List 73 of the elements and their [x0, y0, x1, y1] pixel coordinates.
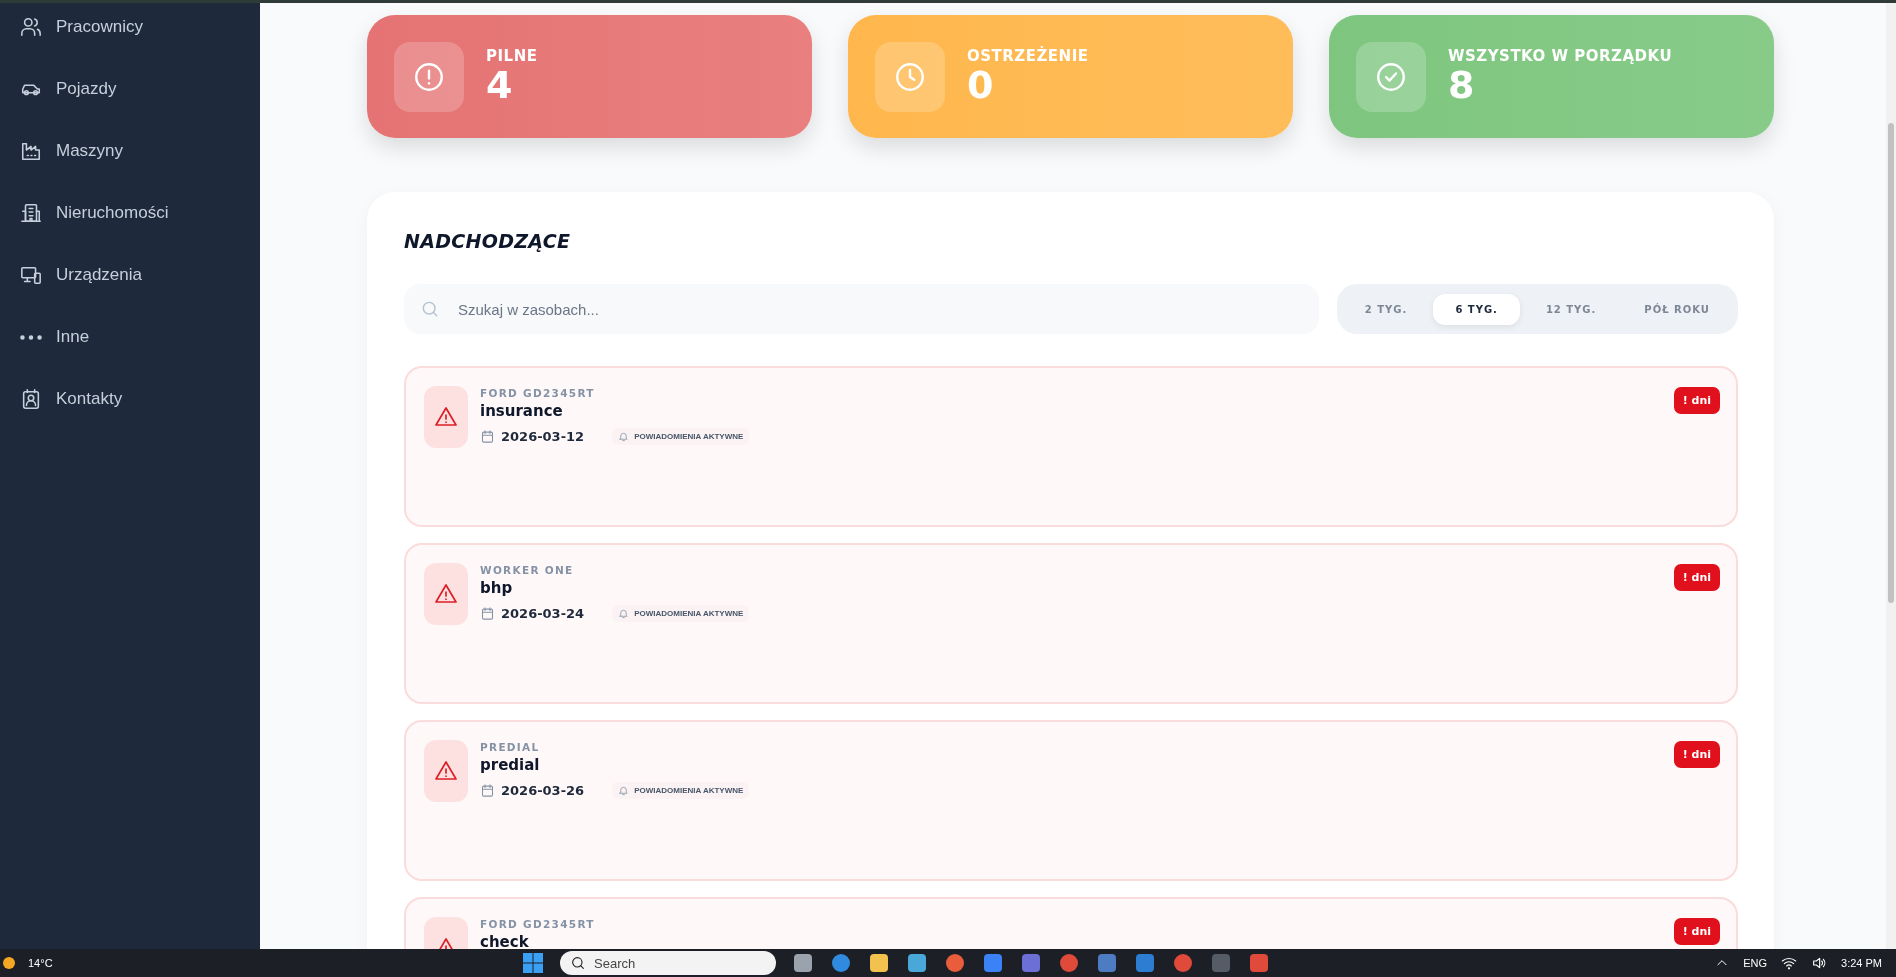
dots-icon: [20, 334, 42, 340]
sun-icon: [2, 956, 16, 970]
days-badge: ! dni: [1673, 918, 1720, 945]
calendar-icon: [480, 783, 495, 798]
reminder-card[interactable]: FORD GD2345RT check ! dni: [404, 897, 1738, 949]
sidebar-item[interactable]: Pojazdy: [0, 58, 133, 120]
calendar-icon: [480, 606, 495, 621]
due-date: 2026-03-26: [501, 783, 585, 798]
days-badge: ! dni: [1673, 741, 1720, 768]
stat-value: 4: [486, 64, 514, 107]
clock[interactable]: 3:24 PM: [1841, 957, 1882, 969]
reminder-title: check: [480, 933, 530, 949]
sidebar-item[interactable]: Nieruchomości: [0, 182, 185, 244]
factory-icon: [20, 140, 42, 162]
stat-value: 0: [967, 64, 995, 107]
due-date: 2026-03-12: [501, 429, 585, 444]
asset-name: FORD GD2345RT: [480, 918, 596, 930]
scrollbar[interactable]: [1886, 3, 1896, 949]
days-badge: ! dni: [1673, 564, 1720, 591]
stat-label: OSTRZEŻENIE: [967, 46, 1089, 65]
filter-tab[interactable]: 6 TYG.: [1433, 293, 1520, 325]
windows-start-icon[interactable]: [522, 952, 544, 974]
stat-label: PILNE: [486, 46, 538, 65]
building-icon: [20, 202, 42, 224]
days-badge: ! dni: [1673, 387, 1720, 414]
wifi-icon: [1781, 955, 1798, 971]
warning-triangle-icon: [434, 582, 458, 606]
bell-icon: [618, 431, 630, 442]
taskbar-app-icon[interactable]: [1172, 952, 1194, 974]
reminder-title: insurance: [480, 402, 564, 420]
bell-icon: [618, 608, 630, 619]
temperature: 14°C: [28, 957, 53, 969]
warning-triangle-icon: [434, 405, 458, 429]
asset-name: WORKER ONE: [480, 564, 575, 576]
due-date: 2026-03-24: [501, 606, 585, 621]
sidebar-item[interactable]: Urządzenia: [0, 244, 158, 306]
speaker-icon: [1811, 955, 1828, 971]
taskbar-app-icon[interactable]: [982, 952, 1004, 974]
taskbar-app-icon[interactable]: [868, 952, 890, 974]
calendar-icon: [480, 429, 495, 444]
stat-value: 8: [1448, 64, 1476, 107]
notification-label: POWIADOMIENIA AKTYWNE: [634, 786, 744, 795]
asset-search-field[interactable]: Szukaj w zasobach...: [404, 284, 1319, 334]
reminder-card[interactable]: FORD GD2345RT insurance 2026-03-12 POWIADOMIENIA AKTYWNE ! dni: [404, 366, 1738, 527]
warning-triangle-icon: [434, 759, 458, 783]
devices-icon: [20, 264, 42, 286]
sidebar-item[interactable]: Inne: [0, 306, 106, 368]
taskbar-app-icon[interactable]: [1058, 952, 1080, 974]
people-icon: [20, 16, 42, 38]
scrollbar-thumb[interactable]: [1888, 123, 1894, 603]
taskbar-search-field[interactable]: Search: [560, 951, 776, 975]
taskbar-app-icon[interactable]: [944, 952, 966, 974]
reminder-title: bhp: [480, 579, 514, 597]
bell-icon: [618, 785, 630, 796]
asset-name: PREDIAL: [480, 741, 541, 753]
sidebar-item[interactable]: Maszyny: [0, 120, 140, 182]
taskbar-app-icon[interactable]: [1248, 952, 1270, 974]
taskbar-app-icon[interactable]: [792, 952, 814, 974]
reminder-card[interactable]: PREDIAL predial 2026-03-26 POWIADOMIENIA AKTYWNE ! dni: [404, 720, 1738, 881]
sidebar-item[interactable]: Kontakty: [0, 368, 139, 430]
notification-label: POWIADOMIENIA AKTYWNE: [634, 609, 744, 618]
section-title: NADCHODZĄCE: [404, 230, 572, 252]
taskbar-app-icon[interactable]: [830, 952, 852, 974]
sidebar-item[interactable]: Pracownicy: [0, 0, 159, 58]
asset-name: FORD GD2345RT: [480, 387, 596, 399]
notification-label: POWIADOMIENIA AKTYWNE: [634, 432, 744, 441]
taskbar-app-icon[interactable]: [906, 952, 928, 974]
reminder-card[interactable]: WORKER ONE bhp 2026-03-24 POWIADOMIENIA AKTYWNE ! dni: [404, 543, 1738, 704]
reminder-title: predial: [480, 756, 541, 774]
language-indicator[interactable]: ENG: [1743, 957, 1768, 969]
stat-label: WSZYSTKO W PORZĄDKU: [1448, 46, 1673, 65]
contact-card-icon: [20, 388, 42, 410]
weather-widget[interactable]: 14°C: [0, 956, 522, 970]
